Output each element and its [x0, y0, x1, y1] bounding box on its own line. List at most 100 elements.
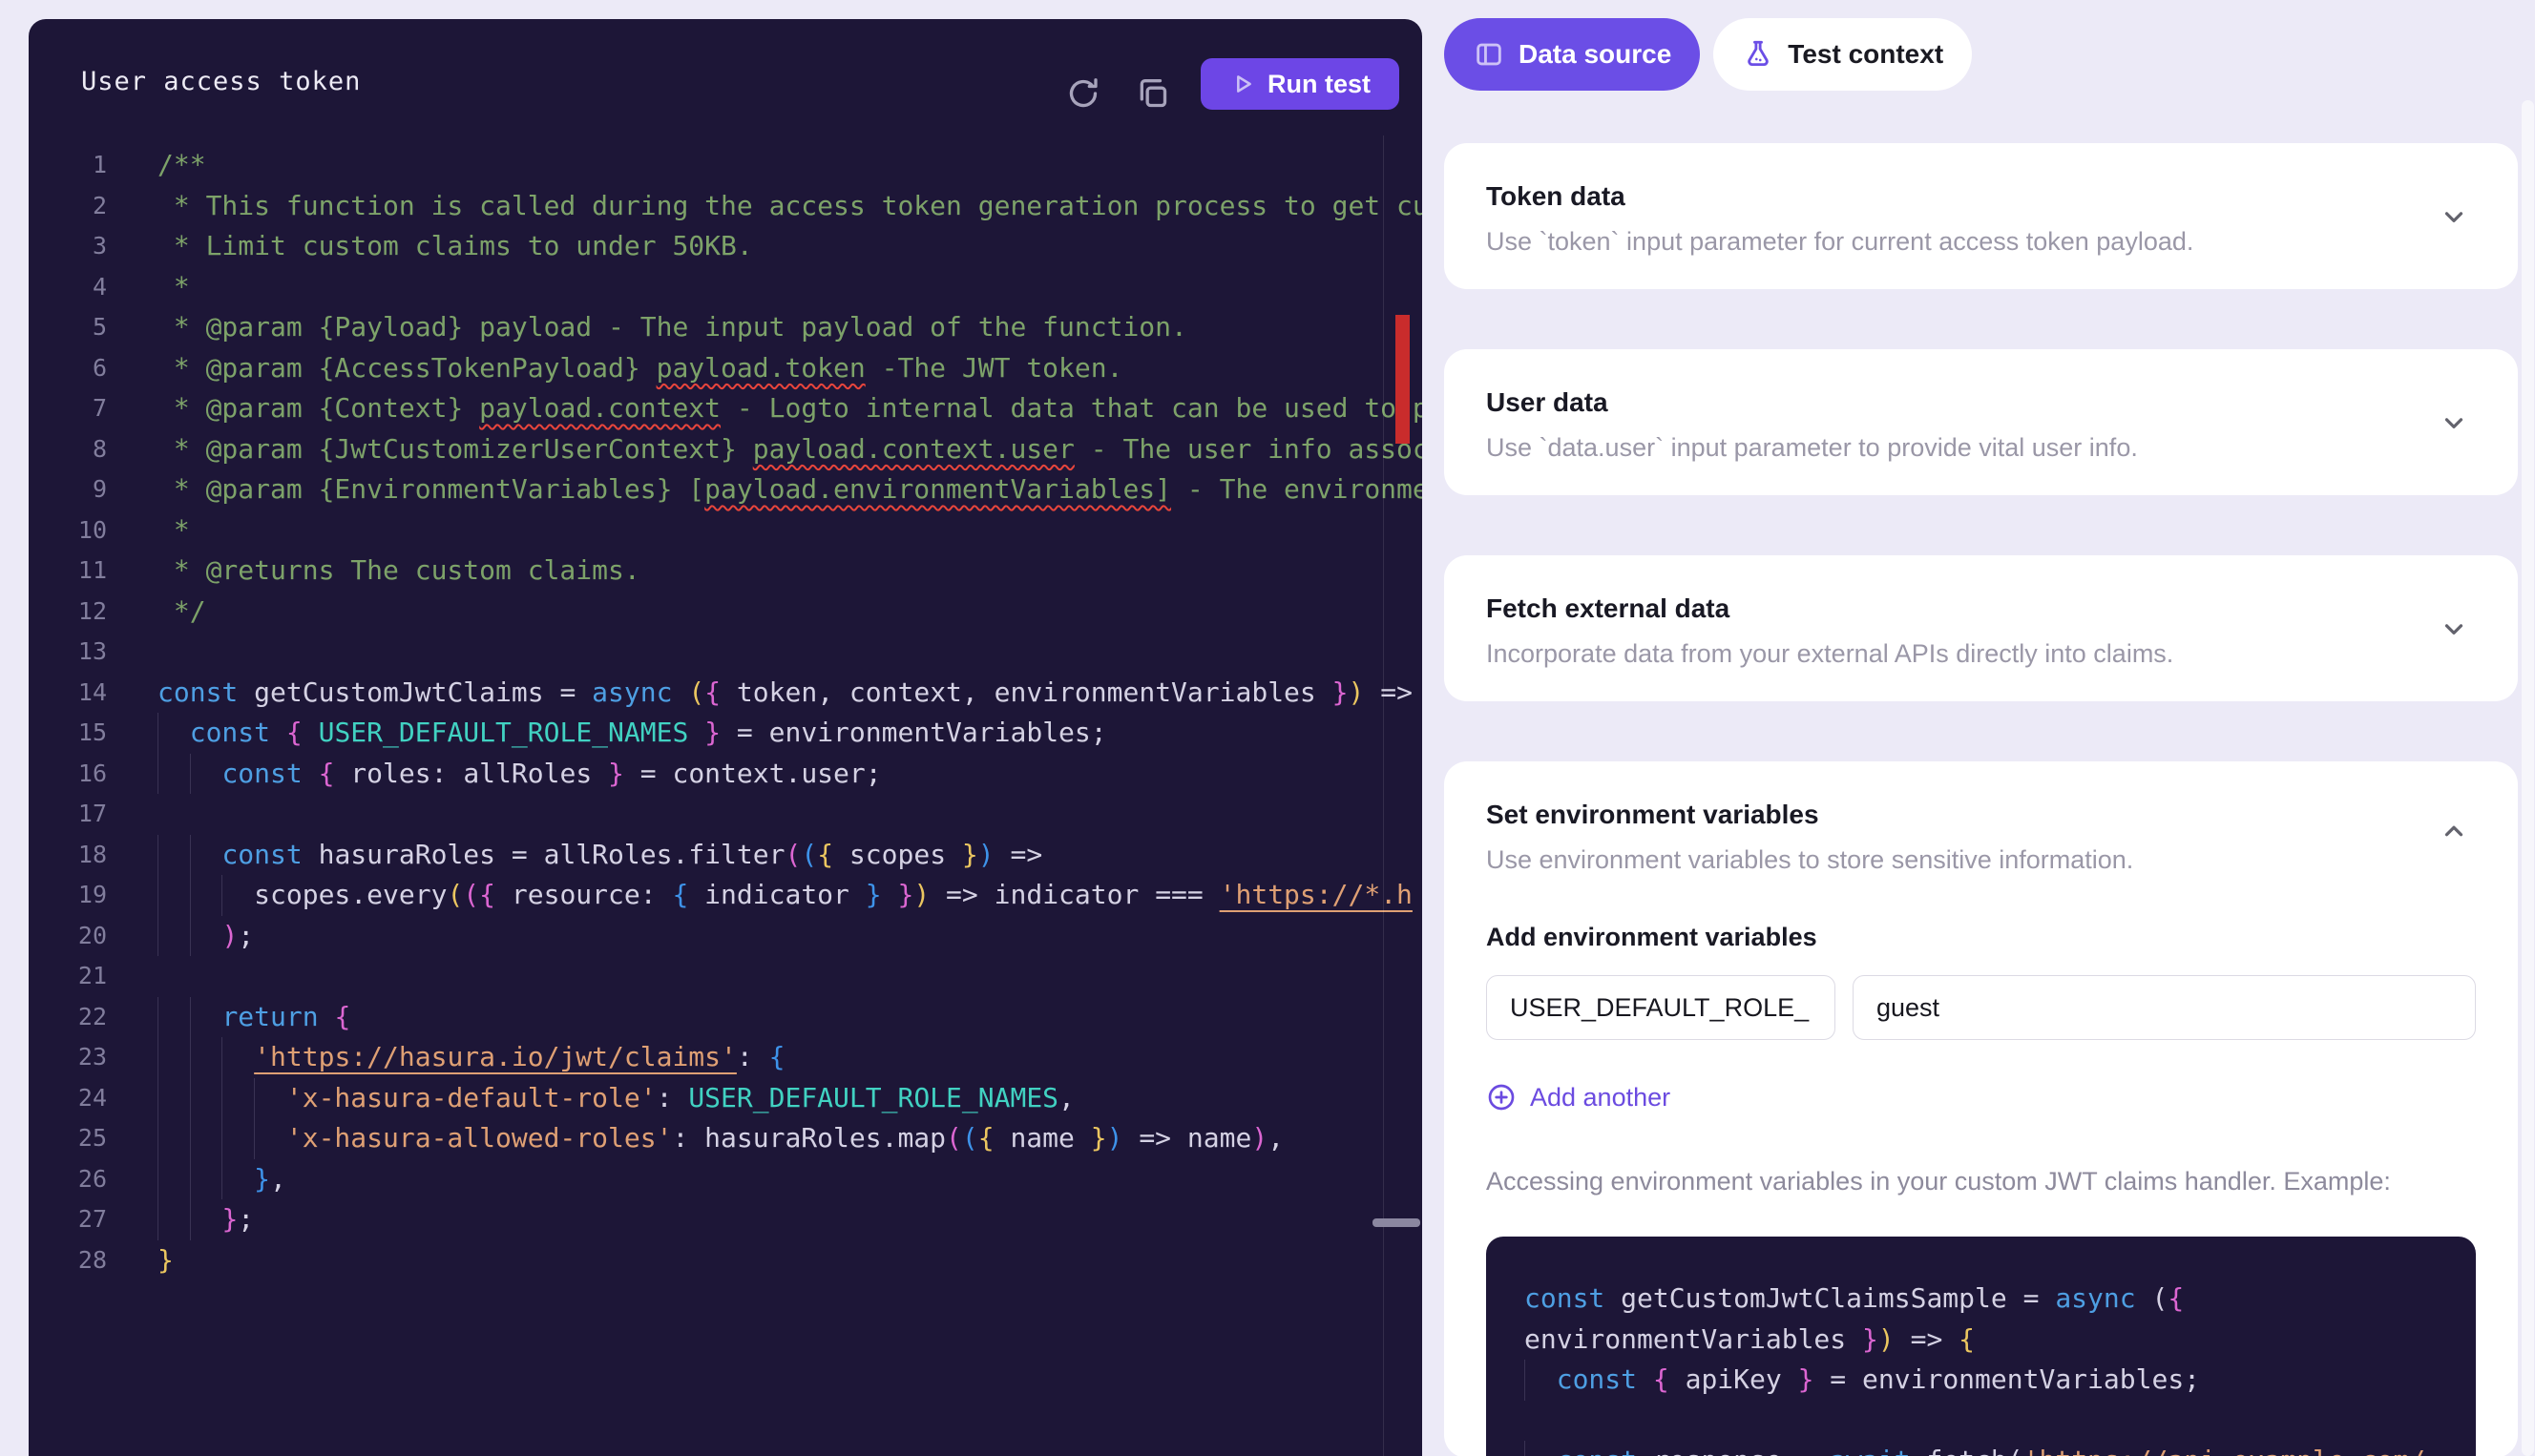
code-line: 19 scopes.every(({ resource: { indicator…: [29, 875, 1422, 916]
line-number: 23: [46, 1037, 107, 1078]
indent-guide: [221, 875, 222, 916]
indent-guide: [190, 997, 191, 1038]
line-number: 16: [46, 754, 107, 795]
run-test-label: Run test: [1268, 70, 1371, 99]
code-line: 18 const hasuraRoles = allRoles.filter((…: [29, 835, 1422, 876]
refresh-icon[interactable]: [1064, 74, 1102, 113]
card-description: Use `data.user` input parameter to provi…: [1486, 433, 2476, 463]
copy-icon[interactable]: [1134, 74, 1172, 113]
line-number: 19: [46, 875, 107, 916]
code-line: 14const getCustomJwtClaims = async ({ to…: [29, 673, 1422, 714]
indent-guide: [221, 1078, 222, 1119]
indent-guide: [221, 1159, 222, 1200]
code-line: 13: [29, 632, 1422, 673]
card-description: Incorporate data from your external APIs…: [1486, 639, 2476, 669]
indent-guide: [157, 1118, 158, 1159]
env-variable-row: [1486, 975, 2476, 1040]
code-line: 17: [29, 794, 1422, 835]
line-number: 21: [46, 956, 107, 997]
add-another-label: Add another: [1530, 1083, 1670, 1113]
code-line: 24 'x-hasura-default-role': USER_DEFAULT…: [29, 1078, 1422, 1119]
tab-label: Test context: [1788, 39, 1943, 70]
code-line: 27 };: [29, 1199, 1422, 1240]
card-description: Use `token` input parameter for current …: [1486, 227, 2476, 257]
indent-guide: [157, 1159, 158, 1200]
tab-test-context[interactable]: Test context: [1713, 18, 1972, 91]
tab-data-source[interactable]: Data source: [1444, 18, 1700, 91]
code-line: 1/**: [29, 145, 1422, 186]
indent-guide: [157, 1037, 158, 1078]
horizontal-scrollbar-thumb[interactable]: [1372, 1218, 1420, 1227]
add-another-button[interactable]: Add another: [1486, 1082, 1670, 1113]
line-number: 25: [46, 1118, 107, 1159]
code-line: 9 * @param {EnvironmentVariables} [paylo…: [29, 469, 1422, 510]
card-user-data[interactable]: User data Use `data.user` input paramete…: [1444, 349, 2518, 495]
indent-guide: [190, 916, 191, 957]
chevron-up-icon[interactable]: [2440, 817, 2468, 845]
indent-guide: [221, 1037, 222, 1078]
panel-left-icon: [1473, 38, 1505, 71]
editor-title: User access token: [81, 67, 361, 96]
code-line: 6 * @param {AccessTokenPayload} payload.…: [29, 348, 1422, 389]
example-code-block: const getCustomJwtClaimsSample = async (…: [1486, 1237, 2476, 1456]
line-number: 3: [46, 226, 107, 267]
code-line: 3 * Limit custom claims to under 50KB.: [29, 226, 1422, 267]
card-set-environment-variables: Set environment variables Use environmen…: [1444, 761, 2518, 1456]
card-token-data[interactable]: Token data Use `token` input parameter f…: [1444, 143, 2518, 289]
card-title: User data: [1486, 387, 2476, 418]
line-number: 18: [46, 835, 107, 876]
line-number: 10: [46, 510, 107, 551]
indent-guide: [190, 1199, 191, 1240]
indent-guide: [190, 835, 191, 876]
error-overview-mark: [1395, 315, 1410, 444]
env-value-input[interactable]: [1853, 975, 2476, 1040]
line-number: 12: [46, 592, 107, 633]
code-editor[interactable]: 1/**2 * This function is called during t…: [29, 145, 1422, 1456]
line-number: 27: [46, 1199, 107, 1240]
card-title: Set environment variables: [1486, 800, 2476, 830]
line-number: 14: [46, 673, 107, 714]
line-number: 9: [46, 469, 107, 510]
line-number: 24: [46, 1078, 107, 1119]
code-line: 20 );: [29, 916, 1422, 957]
indent-guide: [190, 1078, 191, 1119]
code-line: 5 * @param {Payload} payload - The input…: [29, 307, 1422, 348]
indent-guide: [190, 875, 191, 916]
line-number: 4: [46, 267, 107, 308]
run-test-button[interactable]: Run test: [1201, 58, 1399, 110]
indent-guide: [157, 997, 158, 1038]
line-number: 5: [46, 307, 107, 348]
code-line: const { apiKey } = environmentVariables;: [1524, 1360, 2438, 1401]
indent-guide: [157, 1078, 158, 1119]
env-key-input[interactable]: [1486, 975, 1835, 1040]
code-line: 16 const { roles: allRoles } = context.u…: [29, 754, 1422, 795]
data-source-cards: Token data Use `token` input parameter f…: [1444, 143, 2518, 1456]
indent-guide: [254, 1078, 255, 1119]
editor-scrollbar-track[interactable]: [1383, 135, 1384, 1456]
chevron-down-icon[interactable]: [2440, 202, 2468, 231]
plus-circle-icon: [1486, 1082, 1517, 1113]
code-line: 21: [29, 956, 1422, 997]
line-number: 11: [46, 551, 107, 592]
indent-guide: [157, 1199, 158, 1240]
code-line: const response = await fetch('https://ap…: [1524, 1441, 2438, 1456]
card-description: Use environment variables to store sensi…: [1486, 845, 2476, 875]
code-line: environmentVariables }) => {: [1524, 1320, 2438, 1361]
card-fetch-external-data[interactable]: Fetch external data Incorporate data fro…: [1444, 555, 2518, 701]
line-number: 15: [46, 713, 107, 754]
indent-guide: [190, 754, 191, 795]
panel-tabs: Data source Test context: [1444, 18, 1972, 91]
line-number: 13: [46, 632, 107, 673]
card-title: Fetch external data: [1486, 593, 2476, 624]
code-line: 15 const { USER_DEFAULT_ROLE_NAMES } = e…: [29, 713, 1422, 754]
indent-guide: [157, 835, 158, 876]
code-line: [1524, 1401, 2438, 1442]
panel-scrollbar[interactable]: [2522, 100, 2534, 1456]
play-icon: [1229, 71, 1256, 97]
chevron-down-icon[interactable]: [2440, 614, 2468, 643]
code-editor-panel: User access token Run test 1/**2 * This …: [29, 19, 1422, 1456]
chevron-down-icon[interactable]: [2440, 408, 2468, 437]
editor-header: User access token Run test: [29, 19, 1422, 145]
code-line: 28}: [29, 1240, 1422, 1281]
code-line: 23 'https://hasura.io/jwt/claims': {: [29, 1037, 1422, 1078]
